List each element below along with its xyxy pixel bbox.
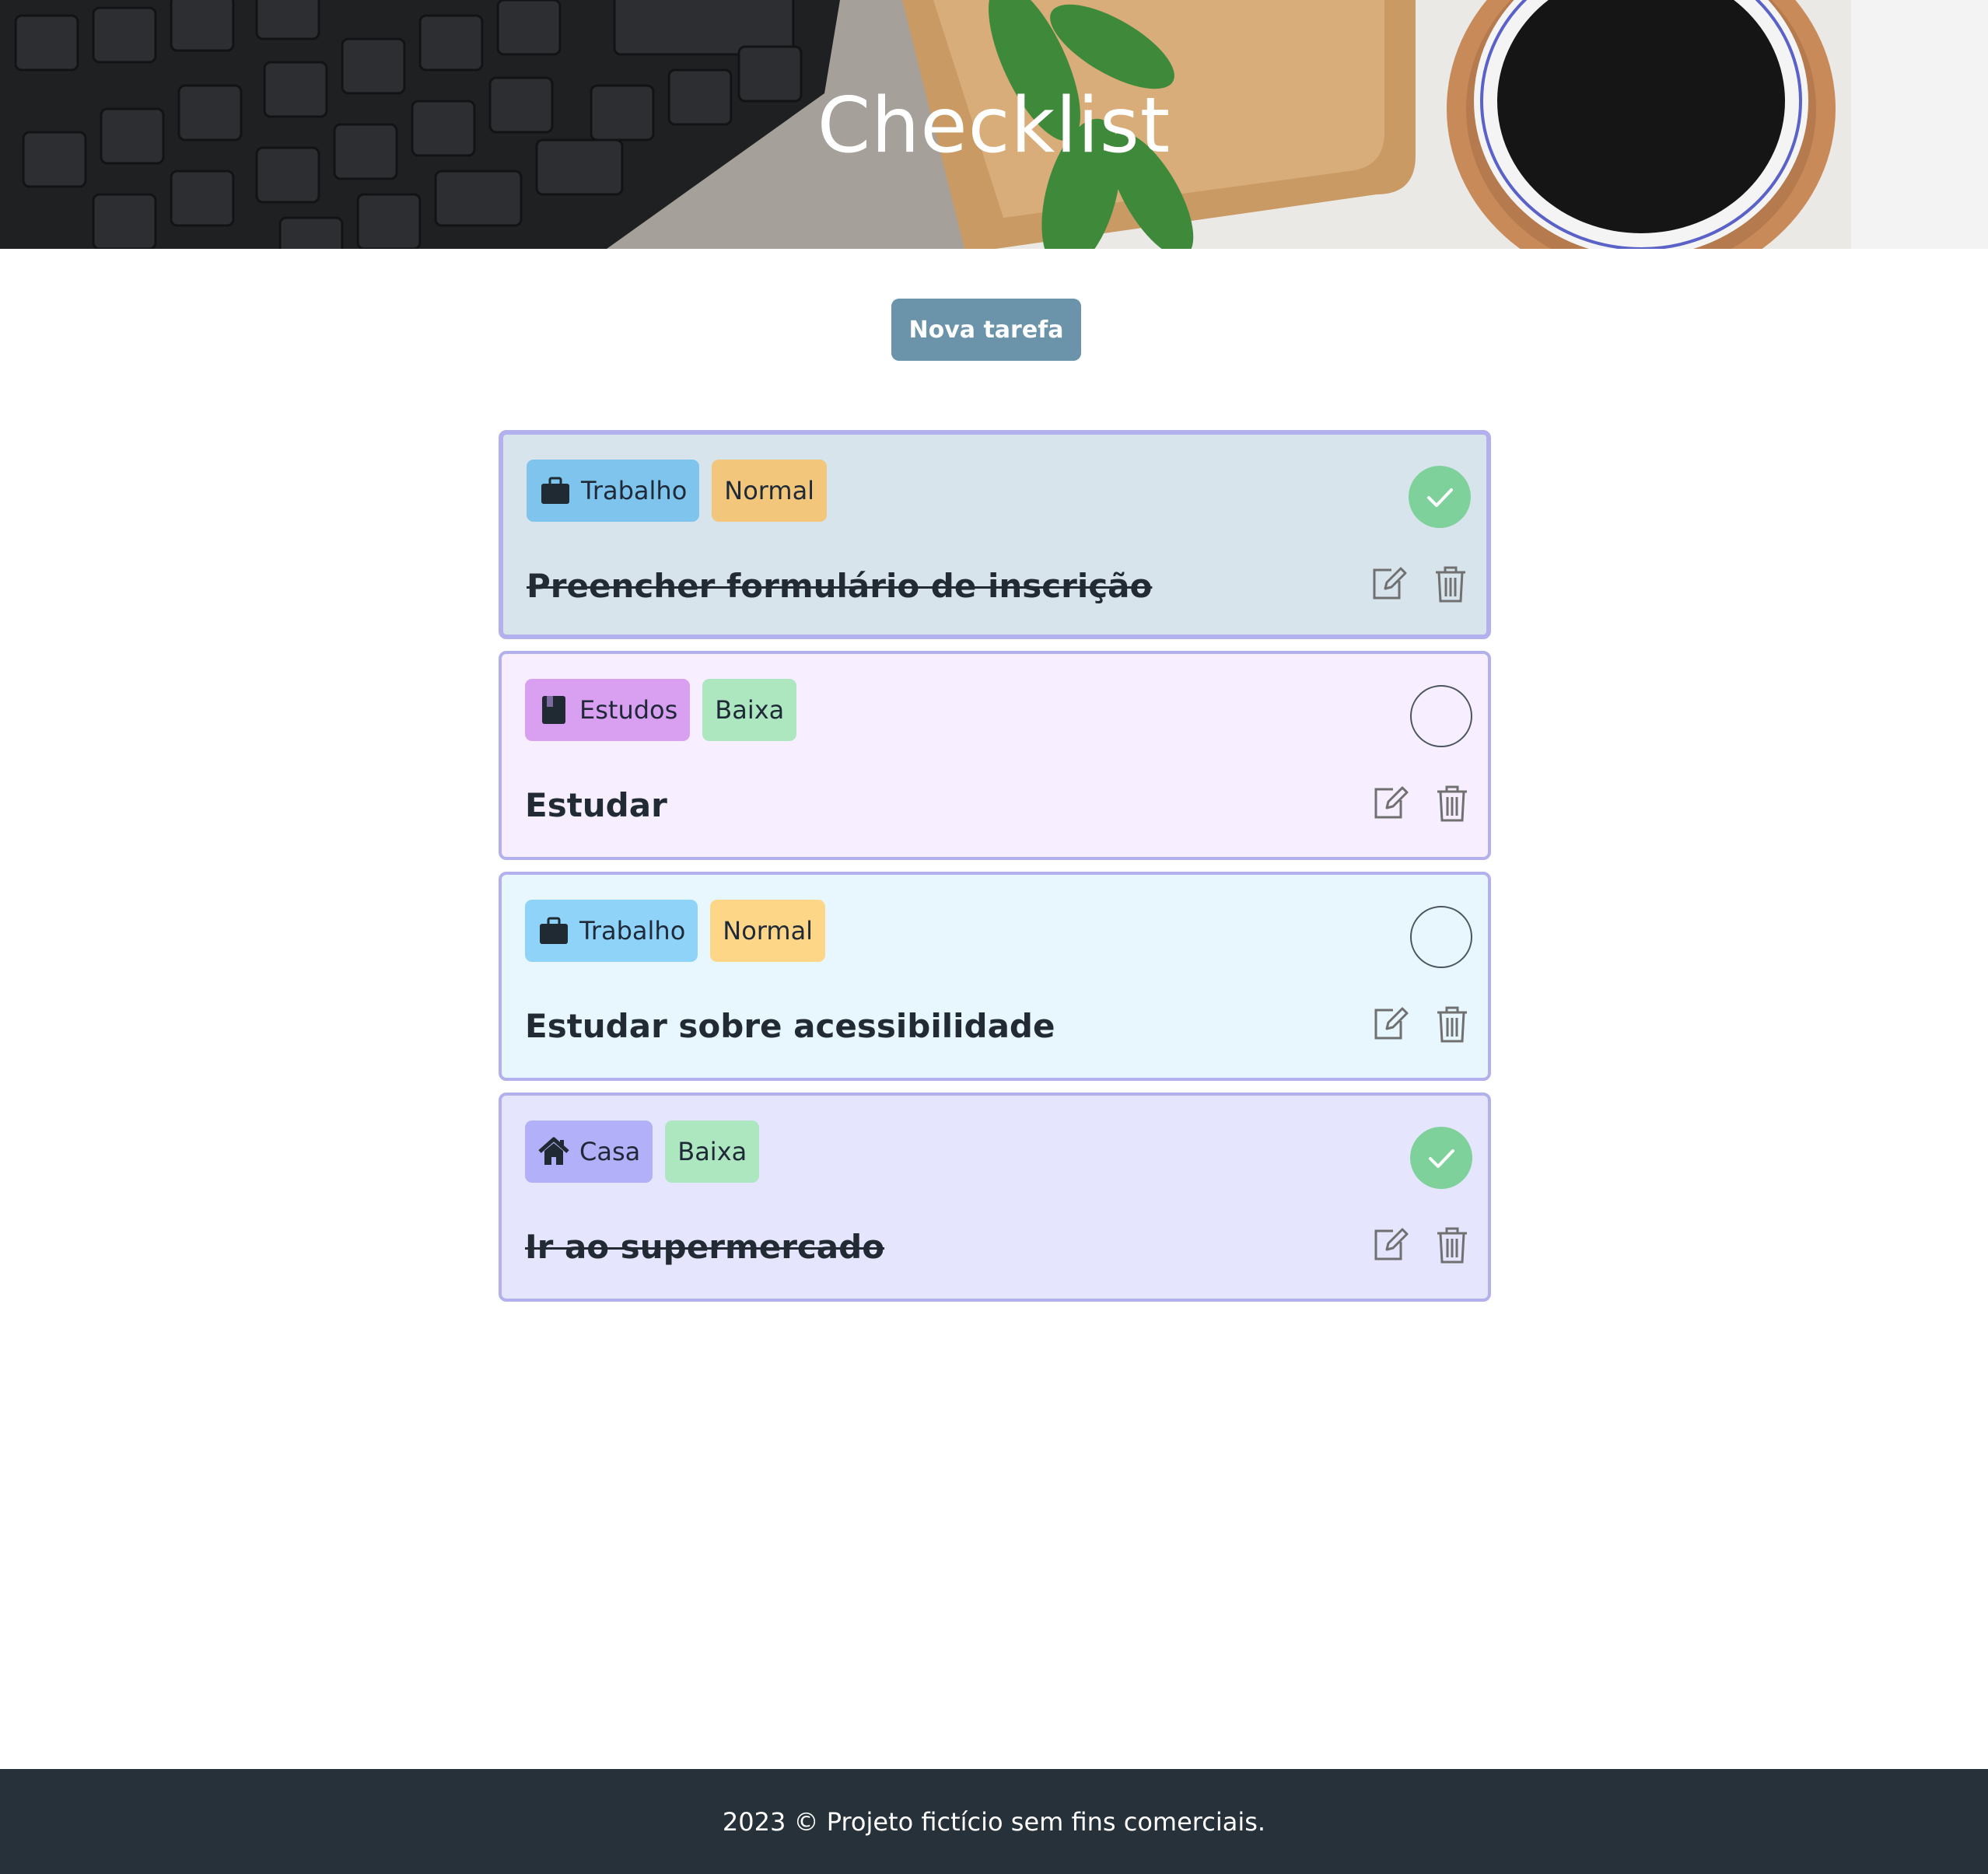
briefcase-icon — [541, 477, 569, 504]
category-label: Casa — [579, 1137, 641, 1166]
category-label: Estudos — [579, 695, 678, 725]
complete-toggle[interactable] — [1410, 685, 1472, 747]
complete-toggle[interactable] — [1409, 466, 1471, 528]
footer-text: 2023 © Projeto fictício sem fins comerci… — [722, 1806, 1266, 1837]
category-label: Trabalho — [579, 916, 686, 946]
page-title: Checklist — [817, 82, 1171, 170]
category-tag: Trabalho — [527, 460, 700, 522]
task-tags: Trabalho Normal — [527, 460, 828, 522]
complete-toggle[interactable] — [1410, 1127, 1472, 1189]
task-title: Ir ao supermercado — [525, 1228, 885, 1266]
trash-icon[interactable] — [1432, 1225, 1472, 1265]
task-card: Estudos Baixa Estudar — [499, 651, 1491, 860]
checkmark-icon — [1427, 488, 1453, 507]
checkmark-icon — [1429, 1149, 1454, 1168]
edit-icon[interactable] — [1370, 1004, 1410, 1044]
header-banner: Checklist — [0, 0, 1988, 249]
task-list: Trabalho Normal Preencher formulário de … — [499, 430, 1491, 1313]
task-card: Trabalho Normal Preencher formulário de … — [499, 430, 1491, 639]
priority-label: Normal — [723, 916, 814, 946]
priority-label: Baixa — [677, 1137, 747, 1166]
task-title: Estudar — [525, 786, 667, 824]
priority-tag: Normal — [710, 900, 826, 962]
trash-icon[interactable] — [1432, 1004, 1472, 1044]
priority-label: Normal — [724, 476, 815, 505]
category-tag: Trabalho — [525, 900, 698, 962]
house-icon — [538, 1137, 569, 1165]
priority-label: Baixa — [715, 695, 785, 725]
task-title: Estudar sobre acessibilidade — [525, 1007, 1055, 1045]
new-task-button[interactable]: Nova tarefa — [891, 299, 1081, 361]
edit-icon[interactable] — [1370, 1225, 1410, 1265]
edit-icon[interactable] — [1368, 564, 1409, 604]
task-card: Casa Baixa Ir ao supermercado — [499, 1093, 1491, 1302]
category-label: Trabalho — [581, 476, 688, 505]
trash-icon[interactable] — [1430, 564, 1471, 604]
priority-tag: Baixa — [665, 1121, 760, 1183]
task-tags: Casa Baixa — [525, 1121, 760, 1183]
briefcase-icon — [540, 917, 568, 944]
trash-icon[interactable] — [1432, 783, 1472, 823]
task-tags: Trabalho Normal — [525, 900, 826, 962]
priority-tag: Normal — [712, 460, 828, 522]
category-tag: Estudos — [525, 679, 691, 741]
task-title: Preencher formulário de inscrição — [527, 567, 1153, 605]
category-tag: Casa — [525, 1121, 653, 1183]
complete-toggle[interactable] — [1410, 906, 1472, 968]
task-tags: Estudos Baixa — [525, 679, 797, 741]
priority-tag: Baixa — [702, 679, 797, 741]
book-icon — [542, 696, 565, 724]
task-card: Trabalho Normal Estudar sobre acessibili… — [499, 872, 1491, 1081]
footer: 2023 © Projeto fictício sem fins comerci… — [0, 1769, 1988, 1874]
edit-icon[interactable] — [1370, 783, 1410, 823]
